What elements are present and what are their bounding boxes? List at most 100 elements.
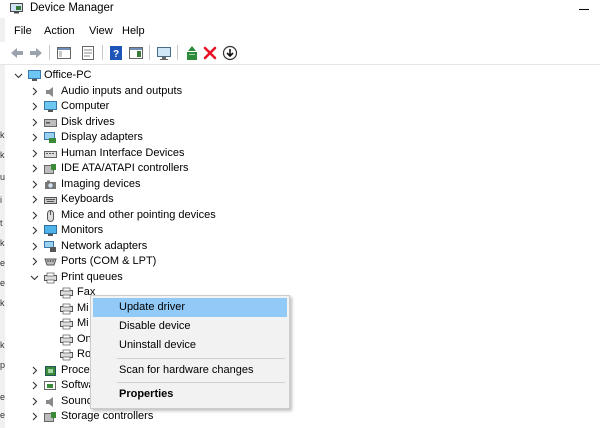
tree-root-label: Office-PC xyxy=(44,69,92,81)
monitor-icon xyxy=(44,225,57,237)
tree-item-hid[interactable]: Human Interface Devices xyxy=(0,147,300,162)
storage-controller-icon xyxy=(44,411,57,423)
print-queue-label: Mi xyxy=(77,302,89,314)
computer-icon xyxy=(44,101,57,113)
menu-item-scan-hardware[interactable]: Scan for hardware changes xyxy=(93,361,287,380)
uninstall-x-icon[interactable] xyxy=(201,44,219,62)
tree-item-ide[interactable]: IDE ATA/ATAPI controllers xyxy=(0,162,300,177)
console-tree-icon[interactable] xyxy=(55,44,73,62)
menu-help[interactable]: Help xyxy=(120,25,147,37)
chevron-down-icon[interactable] xyxy=(14,71,23,80)
menu-separator xyxy=(117,382,285,383)
tree-item-monitors[interactable]: Monitors xyxy=(0,224,300,239)
tree-item-network[interactable]: Network adapters xyxy=(0,240,300,255)
menu-item-disable-device[interactable]: Disable device xyxy=(93,317,287,336)
minimize-button[interactable] xyxy=(574,0,594,18)
chevron-down-icon[interactable] xyxy=(30,273,39,282)
chevron-right-icon[interactable] xyxy=(30,149,39,158)
tree-item-imaging[interactable]: Imaging devices xyxy=(0,178,300,193)
toolbar: ? xyxy=(0,42,600,65)
chevron-right-icon[interactable] xyxy=(30,242,39,251)
menu-item-label: Properties xyxy=(119,388,174,400)
chevron-right-icon[interactable] xyxy=(30,412,39,421)
display-adapter-icon xyxy=(44,132,57,144)
menu-item-uninstall-device[interactable]: Uninstall device xyxy=(93,336,287,355)
tree-item-display-adapters[interactable]: Display adapters xyxy=(0,131,300,146)
window-title: Device Manager xyxy=(30,2,114,14)
chevron-right-icon[interactable] xyxy=(30,366,39,375)
ide-controller-icon xyxy=(44,163,57,175)
tree-item-label: Human Interface Devices xyxy=(61,147,185,159)
tree-item-ports[interactable]: Ports (COM & LPT) xyxy=(0,255,300,270)
menu-action[interactable]: Action xyxy=(42,25,77,37)
update-driver-icon[interactable] xyxy=(183,44,201,62)
tree-item-label: Print queues xyxy=(61,271,123,283)
tree-item-label: Mice and other pointing devices xyxy=(61,209,216,221)
chevron-right-icon[interactable] xyxy=(30,397,39,406)
tree-item-mice[interactable]: Mice and other pointing devices xyxy=(0,209,300,224)
tree-item-label: Monitors xyxy=(61,224,104,236)
printer-icon xyxy=(60,349,73,361)
camera-icon xyxy=(44,179,57,191)
keyboard-icon xyxy=(44,194,57,206)
sound-icon xyxy=(44,396,57,408)
properties-icon[interactable] xyxy=(79,44,97,62)
computer-icon xyxy=(28,70,41,82)
tree-item-label: Computer xyxy=(61,100,110,112)
chevron-right-icon[interactable] xyxy=(30,164,39,173)
monitor-icon[interactable] xyxy=(155,44,173,62)
tree-item-print-queues[interactable]: Print queues xyxy=(0,271,300,286)
download-circle-icon[interactable] xyxy=(221,44,239,62)
device-manager-window: k k u i t k e e k k p e e Device Manager… xyxy=(0,0,600,428)
action-pane-icon[interactable] xyxy=(127,44,145,62)
help-icon[interactable]: ? xyxy=(107,44,125,62)
tree-item-disk-drives[interactable]: Disk drives xyxy=(0,116,300,131)
network-adapter-icon xyxy=(44,241,57,253)
chevron-right-icon[interactable] xyxy=(30,257,39,266)
printer-icon xyxy=(60,303,73,315)
tree-item-computer[interactable]: Computer xyxy=(0,100,300,115)
menu-item-label: Scan for hardware changes xyxy=(119,364,254,376)
processor-icon xyxy=(44,365,57,377)
menu-item-update-driver[interactable]: Update driver xyxy=(93,298,287,317)
tree-item-label: Sound xyxy=(61,395,93,407)
chevron-right-icon[interactable] xyxy=(30,118,39,127)
printer-icon xyxy=(60,334,73,346)
tree-item-storage[interactable]: Storage controllers xyxy=(0,410,300,425)
tree-item-label: Imaging devices xyxy=(61,178,141,190)
chevron-right-icon[interactable] xyxy=(30,381,39,390)
chevron-right-icon[interactable] xyxy=(30,195,39,204)
tree-item-label: Storage controllers xyxy=(61,410,154,422)
chevron-right-icon[interactable] xyxy=(30,211,39,220)
tree-item-label: Keyboards xyxy=(61,193,114,205)
chevron-right-icon[interactable] xyxy=(30,180,39,189)
menu-file[interactable]: File xyxy=(12,25,34,37)
menu-bar: File Action View Help xyxy=(0,22,600,42)
menu-item-properties[interactable]: Properties xyxy=(93,385,287,404)
speaker-icon xyxy=(44,86,57,98)
menu-item-label: Update driver xyxy=(119,301,186,313)
chevron-right-icon[interactable] xyxy=(30,226,39,235)
menu-separator xyxy=(117,358,285,359)
forward-arrow-icon[interactable] xyxy=(27,44,45,62)
chevron-right-icon[interactable] xyxy=(30,133,39,142)
context-menu: Update driver Disable device Uninstall d… xyxy=(90,295,290,409)
toolbar-separator xyxy=(102,45,103,60)
printer-icon xyxy=(60,318,73,330)
title-bar[interactable]: Device Manager xyxy=(0,0,600,18)
toolbar-separator xyxy=(49,45,50,60)
menu-view[interactable]: View xyxy=(87,25,115,37)
tree-item-keyboards[interactable]: Keyboards xyxy=(0,193,300,208)
tree-item-audio[interactable]: Audio inputs and outputs xyxy=(0,85,300,100)
tree-root[interactable]: Office-PC xyxy=(0,69,300,84)
menu-item-label: Disable device xyxy=(119,320,191,332)
tree-item-label: Audio inputs and outputs xyxy=(61,85,183,97)
print-queue-label: Ro xyxy=(77,348,92,360)
tree-item-label: Network adapters xyxy=(61,240,148,252)
chevron-right-icon[interactable] xyxy=(30,87,39,96)
menu-item-label: Uninstall device xyxy=(119,339,197,351)
disk-drive-icon xyxy=(44,117,57,129)
back-arrow-icon[interactable] xyxy=(8,44,26,62)
chevron-right-icon[interactable] xyxy=(30,102,39,111)
tree-item-label: Display adapters xyxy=(61,131,143,143)
